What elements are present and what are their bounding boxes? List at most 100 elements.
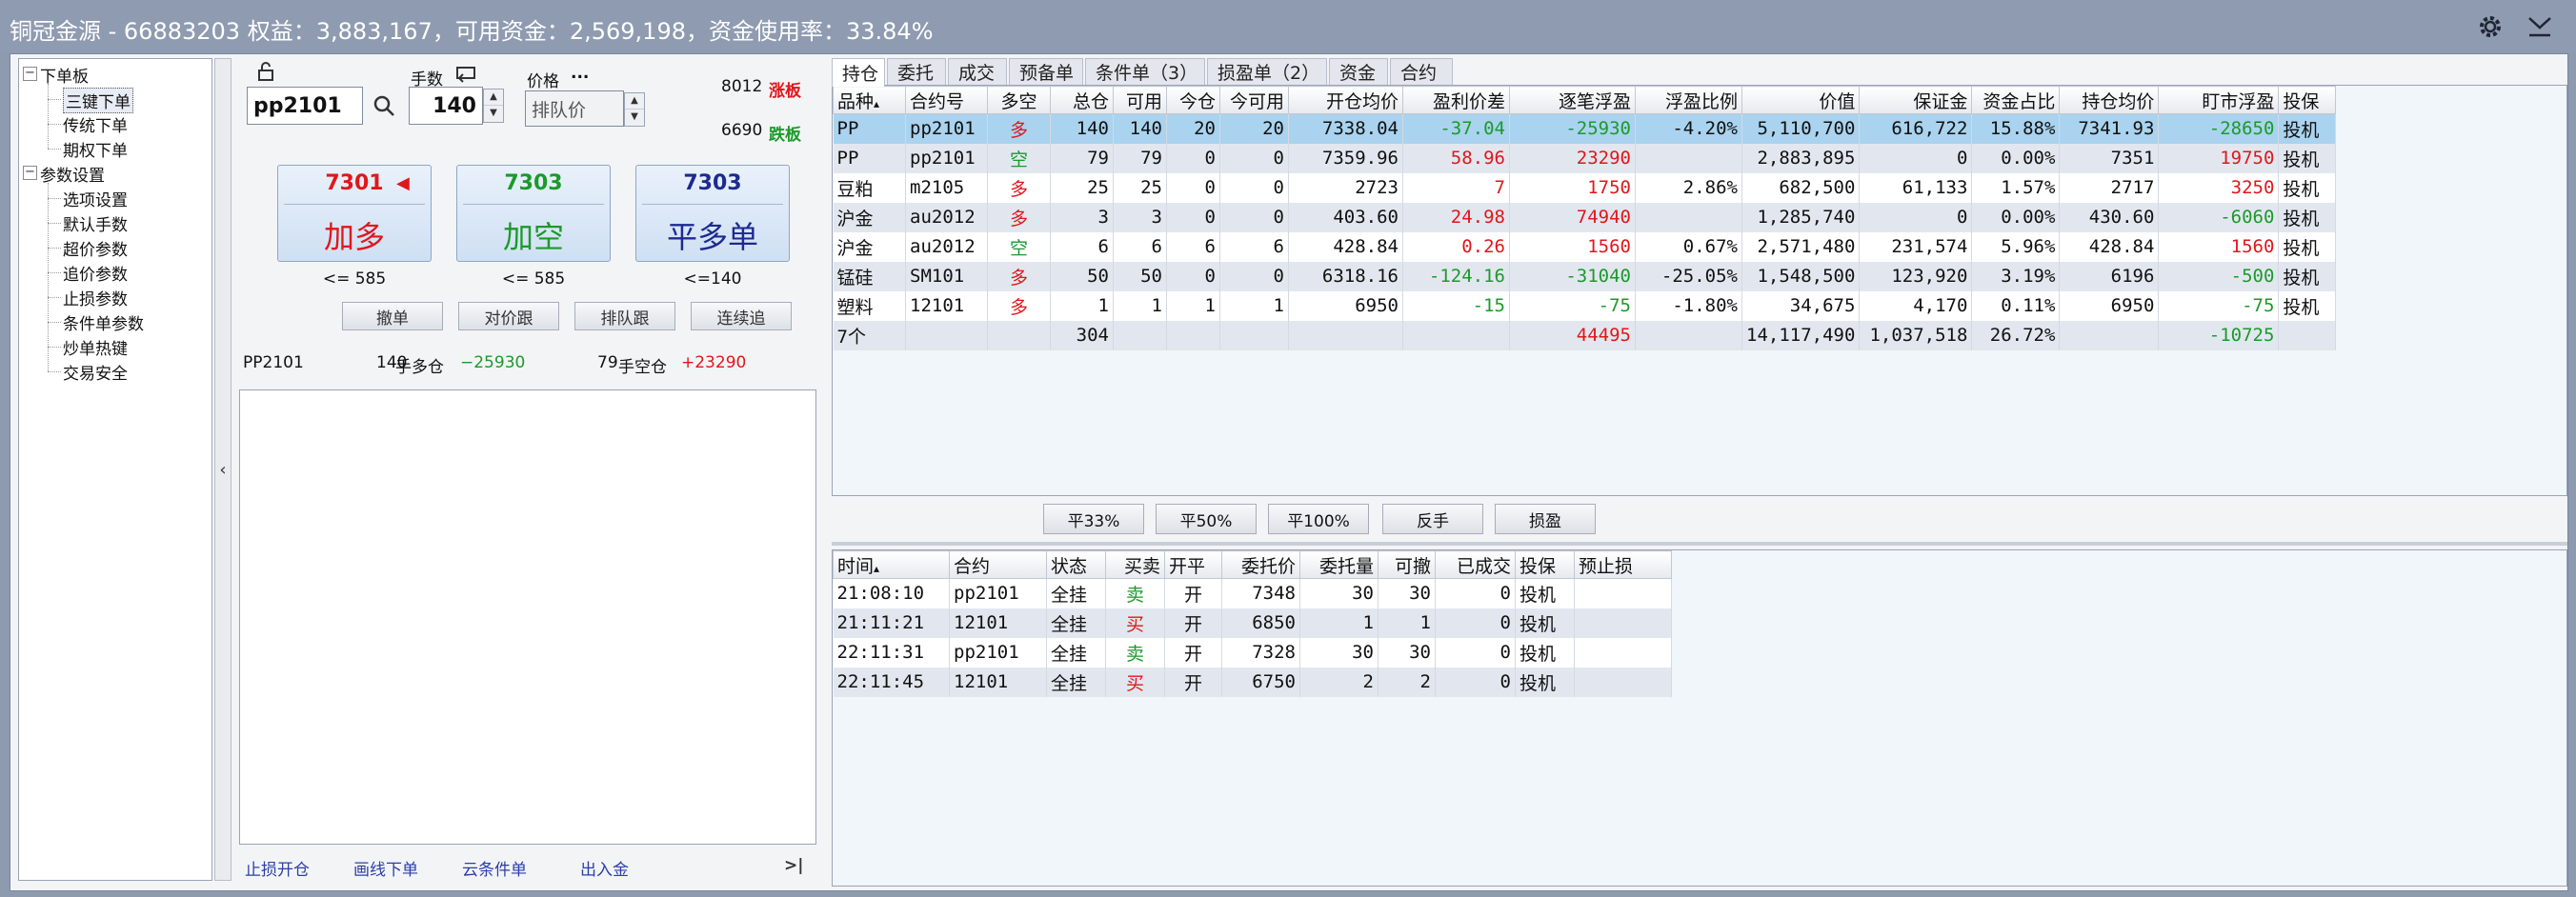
col-header[interactable]: 已成交	[1435, 550, 1516, 579]
tree-item[interactable]: 选项设置	[63, 187, 128, 210]
col-header[interactable]: 投保	[1515, 550, 1575, 579]
search-icon[interactable]	[372, 94, 395, 122]
qty-stepper[interactable]: ▲ ▼	[483, 89, 504, 123]
draw-line-order-link[interactable]: 画线下单	[353, 856, 418, 880]
table-row[interactable]: 22:11:31 pp2101 全挂卖开 7328 30 30 0 投机	[833, 637, 1672, 668]
tab-0[interactable]: 持仓	[832, 58, 885, 87]
col-header[interactable]: 总仓	[1050, 86, 1114, 114]
close-long-button[interactable]: 7303 平多单	[635, 165, 790, 262]
tab-7[interactable]: 合约	[1390, 58, 1453, 85]
table-row[interactable]: 21:11:21 12101 全挂买开 6850 1 1 0 投机	[833, 608, 1672, 638]
gear-icon[interactable]	[2473, 10, 2507, 44]
col-header[interactable]: 开仓均价	[1288, 86, 1403, 114]
col-header[interactable]: 开平	[1164, 550, 1222, 579]
price-options-link[interactable]: ...	[571, 64, 589, 83]
col-header[interactable]: 预止损	[1574, 550, 1672, 579]
table-row[interactable]: 豆粕 m2105 多 25 25 0 0 2723 7 1750 2.86% 682,500 61,13…	[833, 172, 2337, 203]
tab-4[interactable]: 条件单（3）	[1085, 58, 1205, 85]
tab-5[interactable]: 损盈单（2）	[1207, 58, 1327, 85]
price-input[interactable]: 排队价	[525, 90, 624, 127]
orders-grid[interactable]: 时间▴ 合约 状态 买卖 开平 委托价 委托量 可撤 已成交 投保 预止损 21:08:10 pp210…	[832, 549, 2567, 887]
qty-input[interactable]: 140	[409, 87, 483, 125]
col-header[interactable]: 价值	[1741, 86, 1861, 114]
col-header[interactable]: 保证金	[1859, 86, 1973, 114]
tab-2[interactable]: 成交	[948, 58, 1007, 85]
tree-item[interactable]: 传统下单	[63, 112, 128, 136]
reverse-button[interactable]: 反手	[1382, 504, 1483, 534]
continuous-chase-button[interactable]: 连续追	[691, 302, 792, 330]
add-long-button[interactable]: 7301 ◀ 加多	[277, 165, 432, 262]
close-50-button[interactable]: 平50%	[1156, 504, 1257, 534]
stop-profit-button[interactable]: 损盈	[1495, 504, 1596, 534]
tab-1[interactable]: 委托	[887, 58, 946, 85]
col-header[interactable]: 委托价	[1221, 550, 1300, 579]
table-row[interactable]: 沪金 au2012 空 6 6 6 6 428.84 0.26 1560 0.67% 2,571,48…	[833, 231, 2337, 262]
tree-expander[interactable]: −	[23, 166, 37, 180]
funds-transfer-link[interactable]: 出入金	[580, 856, 629, 880]
table-row[interactable]: 22:11:45 12101 全挂买开 6750 2 2 0 投机	[833, 667, 1672, 697]
table-cell: 44495	[1509, 320, 1636, 350]
tree-connector	[48, 149, 61, 150]
col-header[interactable]: 可撤	[1378, 550, 1436, 579]
tree-item[interactable]: 交易安全	[63, 360, 128, 384]
col-header[interactable]: 投保	[2278, 86, 2337, 114]
table-row[interactable]: 7个 304 44495 14,117,490 1,037,518 26.72% -1072…	[833, 320, 2337, 350]
table-cell: 7348	[1221, 578, 1300, 608]
close-33-button[interactable]: 平33%	[1043, 504, 1144, 534]
col-header[interactable]: 浮盈比例	[1635, 86, 1742, 114]
col-header[interactable]: 合约号	[905, 86, 988, 114]
col-header[interactable]: 今仓	[1166, 86, 1220, 114]
close-100-button[interactable]: 平100%	[1268, 504, 1369, 534]
tree-item[interactable]: 期权下单	[63, 137, 128, 161]
tree-expander[interactable]: −	[23, 67, 37, 81]
tree-item[interactable]: 默认手数	[63, 211, 128, 235]
col-header[interactable]: 状态	[1046, 550, 1106, 579]
col-header[interactable]: 委托量	[1299, 550, 1379, 579]
tree-item[interactable]: 超价参数	[63, 236, 128, 260]
col-header[interactable]: 买卖	[1105, 550, 1165, 579]
table-row[interactable]: PP pp2101 空 79 79 0 0 7359.96 58.96 23290 2,883,89…	[833, 143, 2337, 173]
tree-item[interactable]: 止损参数	[63, 286, 128, 309]
col-header[interactable]: 今可用	[1219, 86, 1289, 114]
table-row[interactable]: 21:08:10 pp2101 全挂卖开 7348 30 30 0 投机	[833, 578, 1672, 608]
col-header[interactable]: 合约	[949, 550, 1047, 579]
tree-item[interactable]: 炒单热键	[63, 335, 128, 359]
col-header[interactable]: 盯市浮盈	[2158, 86, 2280, 114]
table-cell: 0.00%	[1971, 202, 2061, 232]
col-header[interactable]: 可用	[1113, 86, 1167, 114]
table-row[interactable]: 塑料 12101 多 1 1 1 1 6950 -15 -75 -1.80% 34,675 4,170 0…	[833, 290, 2337, 321]
minimize-down-icon[interactable]	[2523, 10, 2557, 44]
lock-icon[interactable]	[256, 62, 275, 86]
tree-group-label[interactable]: 参数设置	[40, 162, 105, 186]
table-cell	[905, 320, 988, 350]
col-header[interactable]: 品种▴	[833, 86, 906, 114]
tree-item[interactable]: 追价参数	[63, 261, 128, 285]
table-row[interactable]: 锰硅 SM101 多 50 50 0 0 6318.16 -124.16 -31040 -25.05…	[833, 261, 2337, 291]
follow-opposite-button[interactable]: 对价跟	[458, 302, 559, 330]
col-header[interactable]: 资金占比	[1971, 86, 2061, 114]
summary-short-pnl: +23290	[681, 353, 747, 372]
tree-item[interactable]: 三键下单	[63, 88, 133, 113]
cloud-condition-link[interactable]: 云条件单	[462, 856, 527, 880]
tab-6[interactable]: 资金	[1329, 58, 1388, 85]
stop-loss-open-link[interactable]: 止损开仓	[245, 856, 310, 880]
table-row[interactable]: PP pp2101 多 140 140 20 20 7338.04 -37.04 -25930 -4…	[833, 113, 2337, 144]
tab-3[interactable]: 预备单	[1009, 58, 1083, 85]
price-stepper[interactable]: ▲ ▼	[624, 92, 645, 127]
col-header[interactable]: 时间▴	[833, 550, 950, 579]
col-header[interactable]: 逐笔浮盈	[1509, 86, 1636, 114]
follow-queue-button[interactable]: 排队跟	[574, 302, 675, 330]
table-row[interactable]: 沪金 au2012 多 3 3 0 0 403.60 24.98 74940 1,285,740 0 0…	[833, 202, 2337, 232]
panel-splitter[interactable]	[832, 542, 2567, 546]
table-cell: -124.16	[1402, 261, 1510, 291]
positions-grid[interactable]: 品种▴ 合约号 多空 总仓 可用 今仓 今可用 开仓均价 盈利价差 逐笔浮盈 浮盈比例 价值 保证金 资金…	[832, 85, 2567, 496]
collapse-panel-button[interactable]: ‹	[214, 58, 231, 881]
col-header[interactable]: 盈利价差	[1402, 86, 1510, 114]
col-header[interactable]: 持仓均价	[2059, 86, 2160, 114]
tree-item[interactable]: 条件单参数	[63, 310, 144, 334]
contract-input[interactable]: pp2101	[247, 87, 363, 125]
end-icon[interactable]: >|	[784, 856, 803, 875]
add-short-button[interactable]: 7303 加空	[456, 165, 611, 262]
col-header[interactable]: 多空	[987, 86, 1051, 114]
cancel-order-button[interactable]: 撤单	[342, 302, 443, 330]
